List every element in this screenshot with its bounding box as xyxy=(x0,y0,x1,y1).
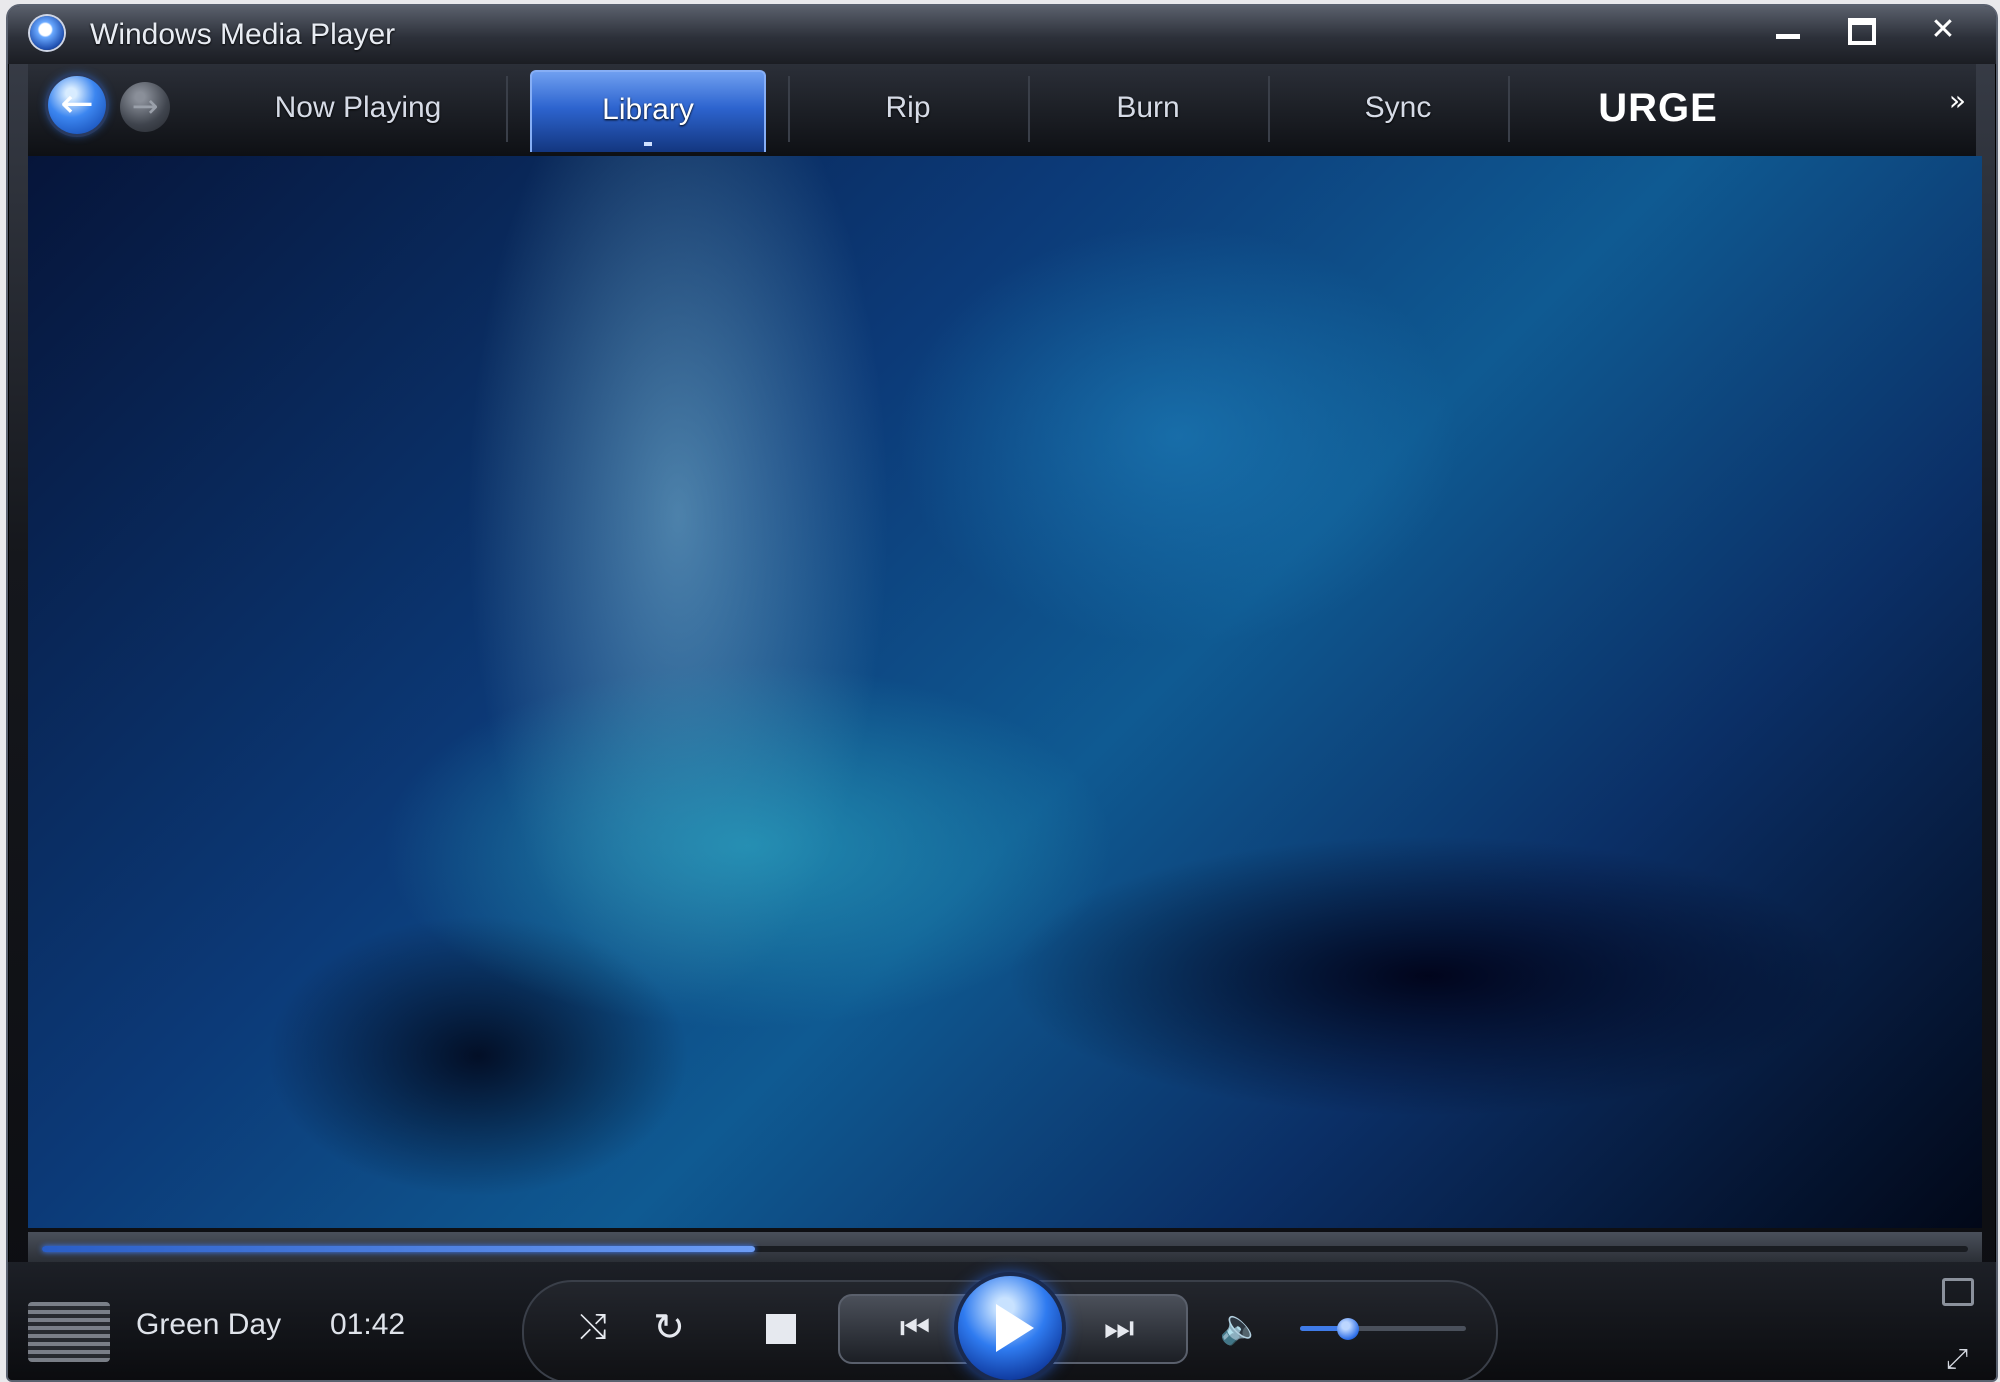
previous-track-button[interactable]: ⏮ xyxy=(860,1302,970,1354)
forward-arrow-icon[interactable]: → xyxy=(120,82,170,132)
minimize-button[interactable] xyxy=(1754,10,1820,50)
volume-slider[interactable] xyxy=(1300,1318,1466,1340)
tab-sync[interactable]: Sync xyxy=(1318,70,1478,150)
tab-now-playing[interactable]: Now Playing xyxy=(258,70,458,150)
stop-button[interactable] xyxy=(766,1314,796,1344)
back-arrow-icon[interactable]: ← xyxy=(48,76,106,134)
nav-bar: ← → Now Playing Library Rip Burn Sync UR… xyxy=(28,64,1976,158)
visualization-area[interactable] xyxy=(28,156,1982,1228)
maximize-button[interactable] xyxy=(1826,10,1892,50)
tab-urge[interactable]: URGE xyxy=(1568,70,1748,150)
wmp-logo-icon xyxy=(30,16,64,50)
tab-separator xyxy=(1508,76,1510,142)
window-title: Windows Media Player xyxy=(90,18,396,51)
tab-burn[interactable]: Burn xyxy=(1068,70,1228,150)
more-tabs-icon[interactable]: » xyxy=(1949,84,1966,117)
elapsed-time: 01:42 xyxy=(330,1308,406,1341)
close-button[interactable]: ✕ xyxy=(1910,10,1976,50)
tab-separator xyxy=(1268,76,1270,142)
volume-knob[interactable] xyxy=(1337,1318,1360,1340)
shuffle-icon[interactable]: ⤭ xyxy=(568,1302,618,1352)
tab-library[interactable]: Library xyxy=(530,70,766,152)
play-button[interactable] xyxy=(958,1276,1062,1380)
next-track-button[interactable]: ⏭ xyxy=(1064,1302,1174,1354)
album-art-icon xyxy=(28,1302,110,1362)
switch-to-compact-icon[interactable] xyxy=(1942,1278,1974,1306)
tab-separator xyxy=(1028,76,1030,142)
controls-bar: Green Day 01:42 ⤭ ↻ ⏮ ⏭ 🔈 ⤢ xyxy=(8,1262,1996,1380)
fullscreen-icon[interactable]: ⤢ xyxy=(1940,1342,1974,1376)
seek-progress-fill xyxy=(42,1246,755,1252)
wmp-window: Windows Media Player ✕ ← → Now Playing L… xyxy=(6,4,1998,1382)
repeat-icon[interactable]: ↻ xyxy=(644,1302,694,1352)
now-playing-artist: Green Day xyxy=(136,1308,282,1341)
tab-separator xyxy=(506,76,508,142)
seek-bar[interactable] xyxy=(28,1232,1982,1262)
title-bar: Windows Media Player ✕ xyxy=(8,6,1996,64)
mute-icon[interactable]: 🔈 xyxy=(1218,1302,1264,1352)
tab-rip[interactable]: Rip xyxy=(828,70,988,150)
seek-track[interactable] xyxy=(42,1246,1968,1252)
tab-separator xyxy=(788,76,790,142)
